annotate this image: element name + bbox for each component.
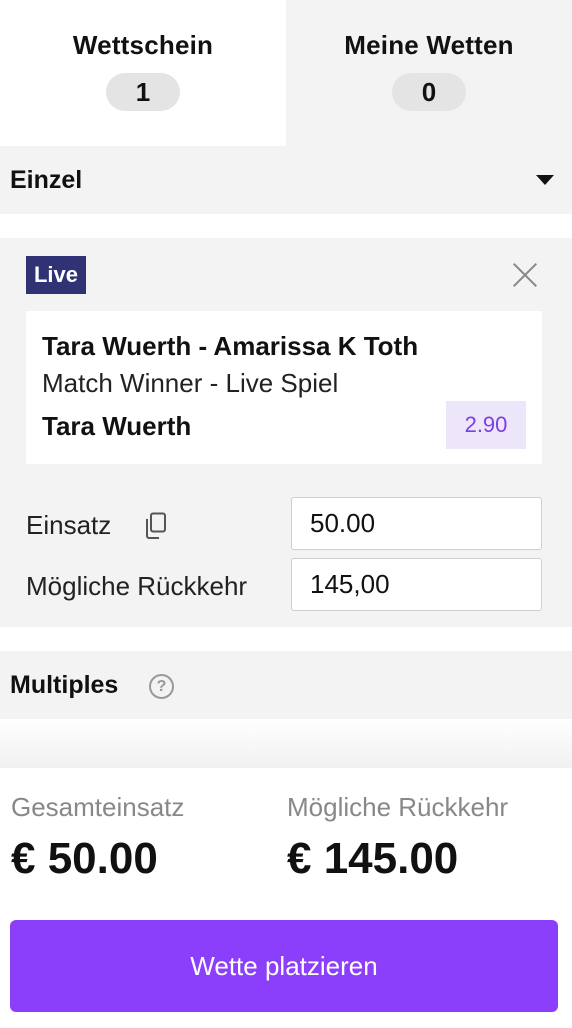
tab-count-badge: 1 <box>106 73 180 111</box>
tab-label: Meine Wetten <box>344 30 514 60</box>
bet-summary-footer: Gesamteinsatz € 50.00 Mögliche Rückkehr … <box>0 768 572 1028</box>
selection-name: Tara Wuerth <box>42 411 192 441</box>
help-icon[interactable]: ? <box>149 674 174 699</box>
total-stake-value: € 50.00 <box>11 834 158 883</box>
possible-return-field[interactable]: 145,00 <box>291 558 542 611</box>
copy-icon[interactable] <box>144 512 168 540</box>
single-section-header[interactable]: Einzel <box>0 146 572 214</box>
total-stake-label: Gesamteinsatz <box>11 792 185 822</box>
section-title: Einzel <box>10 165 83 194</box>
divider <box>0 214 572 238</box>
section-title: Multiples <box>10 670 119 699</box>
tab-wettschein[interactable]: Wettschein 1 <box>0 0 286 146</box>
stake-label: Einsatz <box>26 510 112 540</box>
stake-input[interactable]: 50.00 <box>291 497 542 550</box>
scroll-fade <box>0 719 572 768</box>
multiples-section-header[interactable]: Multiples <box>0 651 572 719</box>
chevron-down-icon[interactable] <box>536 175 554 185</box>
tab-count-badge: 0 <box>392 73 466 111</box>
place-bet-button[interactable]: Wette platzieren <box>10 920 558 1012</box>
bet-card: Live Tara Wuerth - Amarissa K Toth Match… <box>10 238 558 627</box>
close-icon[interactable] <box>512 262 538 288</box>
possible-return-label: Mögliche Rückkehr <box>26 571 248 601</box>
tab-label: Wettschein <box>72 30 214 60</box>
total-return-label: Mögliche Rückkehr <box>287 792 509 822</box>
divider <box>0 627 572 651</box>
bet-tabs: Wettschein 1 Meine Wetten 0 <box>0 0 572 146</box>
odds-badge[interactable]: 2.90 <box>446 401 526 449</box>
total-return-value: € 145.00 <box>287 834 459 883</box>
market-name: Match Winner - Live Spiel <box>42 368 339 398</box>
tab-meine-wetten[interactable]: Meine Wetten 0 <box>286 0 572 146</box>
match-name: Tara Wuerth - Amarissa K Toth <box>42 331 419 361</box>
selection-details: Tara Wuerth - Amarissa K Toth Match Winn… <box>26 311 542 464</box>
live-badge: Live <box>26 256 86 294</box>
